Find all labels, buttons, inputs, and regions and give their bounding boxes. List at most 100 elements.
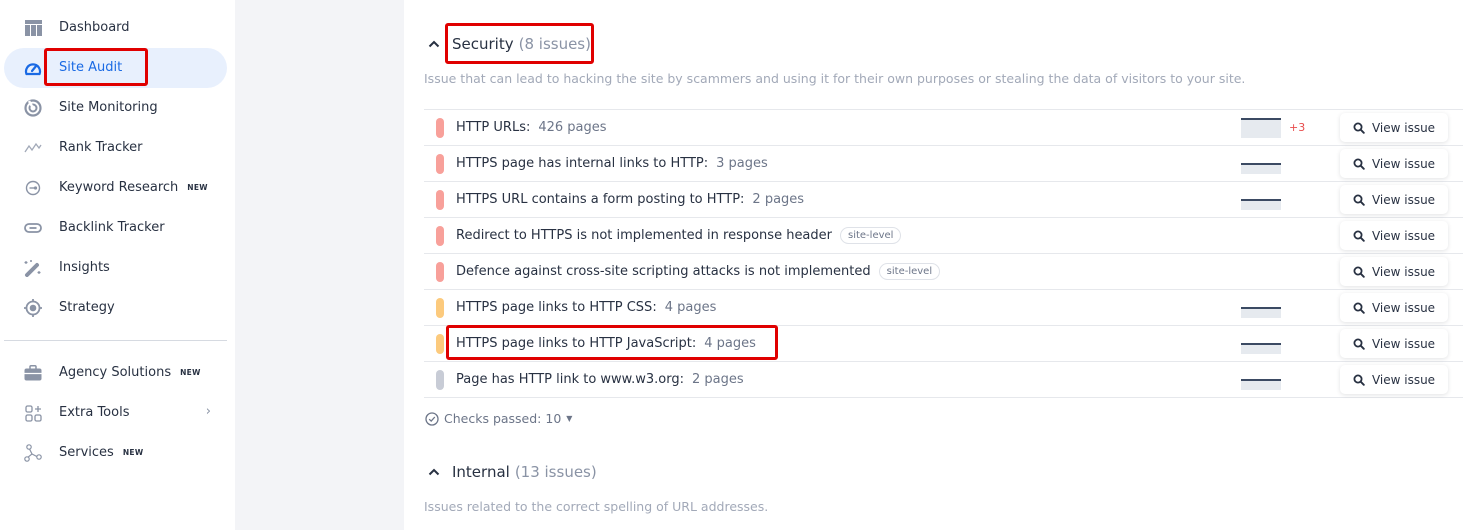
dashboard-icon (24, 19, 42, 37)
sidebar-item-dashboard[interactable]: Dashboard (4, 8, 227, 48)
view-issue-button[interactable]: View issue (1340, 293, 1448, 322)
issue-row[interactable]: Defence against cross-site scripting att… (424, 254, 1463, 290)
trend-sparkline (1241, 190, 1281, 210)
view-issue-button[interactable]: View issue (1340, 221, 1448, 250)
sidebar-item-agency-solutions[interactable]: Agency Solutions NEW (4, 353, 227, 393)
search-icon (1353, 194, 1365, 206)
issue-title: HTTPS page has internal links to HTTP: (456, 156, 709, 171)
issue-pages: 4 pages (664, 300, 717, 315)
sidebar-item-label: Insights (59, 260, 110, 275)
sidebar-item-label: Agency Solutions NEW (59, 364, 201, 382)
view-issue-label: View issue (1371, 228, 1436, 243)
sidebar-item-label: Extra Tools (59, 405, 130, 420)
sidebar-item-strategy[interactable]: Strategy (4, 288, 227, 328)
view-issue-button[interactable]: View issue (1340, 185, 1448, 214)
trend-sparkline (1241, 334, 1281, 354)
sidebar-divider (4, 340, 227, 341)
search-icon (1353, 230, 1365, 242)
view-issue-label: View issue (1371, 264, 1436, 279)
issue-row[interactable]: HTTPS page links to HTTP JavaScript: 4 pa… (424, 326, 1463, 362)
new-badge: NEW (122, 448, 144, 457)
sidebar-item-keyword-research[interactable]: Keyword Research NEW (4, 168, 227, 208)
issue-row[interactable]: Page has HTTP link to www.w3.org: 2 pages… (424, 362, 1463, 398)
trend-sparkline (1241, 118, 1281, 138)
issues-list: HTTP URLs: 426 pages +3 View issue HTTPS pag… (424, 109, 1463, 398)
sidebar-item-extra-tools[interactable]: Extra Tools › (4, 393, 227, 433)
search-icon (1353, 158, 1365, 170)
severity-indicator (436, 334, 444, 354)
issue-title: HTTPS URL contains a form posting to HTT… (456, 192, 745, 207)
sidebar-item-label: Keyword Research NEW (59, 179, 208, 197)
sparkline-line (1241, 379, 1281, 381)
target-icon (24, 299, 42, 317)
view-issue-label: View issue (1371, 336, 1436, 351)
link-icon (24, 219, 42, 237)
sidebar-item-site-monitoring[interactable]: Site Monitoring (4, 88, 227, 128)
sidebar-item-label: Site Audit (59, 60, 123, 75)
severity-indicator (436, 154, 444, 174)
sidebar-item-site-audit[interactable]: Site Audit (4, 48, 227, 88)
issue-pages: 2 pages (752, 192, 805, 207)
issue-title: HTTP URLs: (456, 120, 531, 135)
trend-sparkline (1241, 154, 1281, 174)
security-section-toggle[interactable]: Security (8 issues) (428, 35, 591, 53)
issue-text: Defence against cross-site scripting att… (456, 263, 941, 280)
issue-pages: 2 pages (692, 372, 744, 387)
sidebar-item-label: Backlink Tracker (59, 220, 165, 235)
sparkline-line (1241, 199, 1281, 201)
radar-icon (24, 99, 42, 117)
issue-title: Defence against cross-site scripting att… (456, 264, 871, 279)
view-issue-label: View issue (1371, 156, 1436, 171)
sparkline-line (1241, 343, 1281, 345)
label-text: Agency Solutions (59, 365, 172, 380)
briefcase-icon (24, 364, 42, 382)
sidebar-item-label: Site Monitoring (59, 100, 158, 115)
issue-pages: 426 pages (538, 120, 607, 135)
view-issue-button[interactable]: View issue (1340, 113, 1448, 142)
search-icon (1353, 122, 1365, 134)
check-circle-icon (425, 411, 439, 426)
sidebar-item-services[interactable]: Services NEW (4, 433, 227, 473)
severity-indicator (436, 298, 444, 318)
issue-row[interactable]: HTTP URLs: 426 pages +3 View issue (424, 110, 1463, 146)
severity-indicator (436, 262, 444, 282)
trend-delta: +3 (1289, 121, 1306, 134)
sidebar-item-rank-tracker[interactable]: Rank Tracker (4, 128, 227, 168)
internal-section-toggle[interactable]: Internal (13 issues) (428, 463, 597, 481)
view-issue-button[interactable]: View issue (1340, 365, 1448, 394)
view-issue-button[interactable]: View issue (1340, 329, 1448, 358)
sidebar: Dashboard Site Audit Site Monitoring Ran… (0, 0, 235, 530)
issue-row[interactable]: HTTPS page has internal links to HTTP: 3 … (424, 146, 1463, 182)
label-text: Keyword Research (59, 180, 179, 195)
view-issue-label: View issue (1371, 372, 1436, 387)
issue-row[interactable]: HTTPS page links to HTTP CSS: 4 pages View… (424, 290, 1463, 326)
checks-passed-label: Checks passed: 10 (444, 411, 562, 426)
severity-indicator (436, 226, 444, 246)
issue-text: HTTP URLs: 426 pages (456, 120, 607, 135)
trend-line-icon (24, 139, 42, 157)
caret-down-icon: ▼ (566, 414, 573, 423)
sidebar-item-label: Dashboard (59, 20, 130, 35)
section-title: Internal (452, 463, 510, 481)
new-badge: NEW (180, 368, 201, 377)
issue-pages: 4 pages (704, 336, 756, 351)
issue-text: Page has HTTP link to www.w3.org: 2 pages (456, 372, 744, 387)
issue-title: HTTPS page links to HTTP JavaScript: (456, 336, 697, 351)
sidebar-item-label: Rank Tracker (59, 140, 143, 155)
view-issue-button[interactable]: View issue (1340, 149, 1448, 178)
chevron-right-icon: › (205, 404, 211, 419)
view-issue-button[interactable]: View issue (1340, 257, 1448, 286)
checks-passed-toggle[interactable]: Checks passed: 10 ▼ (425, 411, 572, 426)
trend-sparkline (1241, 370, 1281, 390)
issue-row[interactable]: HTTPS URL contains a form posting to HTT… (424, 182, 1463, 218)
issue-title: Page has HTTP link to www.w3.org: (456, 372, 684, 387)
sidebar-item-insights[interactable]: Insights (4, 248, 227, 288)
search-icon (1353, 266, 1365, 278)
severity-indicator (436, 190, 444, 210)
magic-wand-icon (24, 259, 42, 277)
issue-row[interactable]: Redirect to HTTPS is not implemented in … (424, 218, 1463, 254)
search-icon (1353, 338, 1365, 350)
sidebar-item-backlink-tracker[interactable]: Backlink Tracker (4, 208, 227, 248)
services-icon (24, 444, 42, 462)
issue-text: HTTPS page has internal links to HTTP: 3 … (456, 156, 768, 171)
